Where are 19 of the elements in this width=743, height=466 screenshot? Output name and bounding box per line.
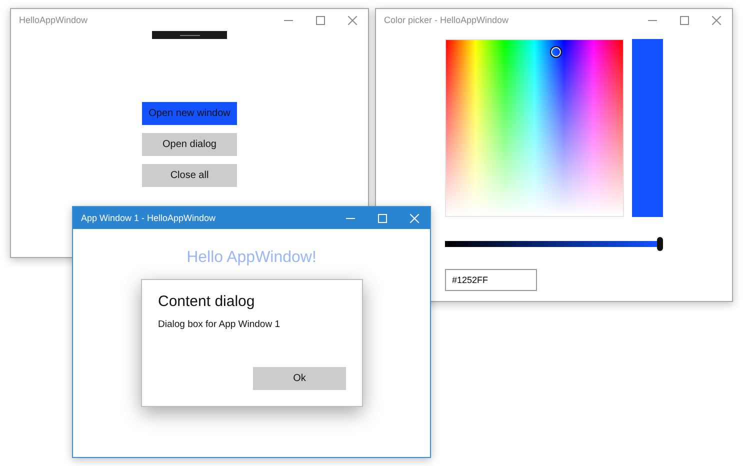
slider-thumb[interactable] — [657, 237, 663, 251]
maximize-icon[interactable] — [680, 16, 688, 24]
window-title: HelloAppWindow — [18, 15, 89, 25]
dialog-text: Dialog box for App Window 1 — [158, 319, 281, 330]
dialog-title: Content dialog — [158, 293, 256, 310]
ok-button[interactable]: Ok — [253, 367, 346, 390]
window-title: Color picker - HelloAppWindow — [383, 15, 510, 25]
window-title: App Window 1 - HelloAppWindow — [80, 213, 217, 223]
brightness-slider[interactable] — [445, 237, 663, 251]
close-icon[interactable] — [712, 16, 720, 24]
close-icon[interactable] — [348, 16, 356, 24]
drag-handle[interactable] — [152, 31, 227, 39]
action-button[interactable]: Close all — [142, 164, 237, 187]
color-spectrum[interactable] — [445, 39, 624, 217]
hex-input-field[interactable]: #1252FF — [445, 269, 537, 291]
color-selector[interactable] — [550, 46, 562, 58]
action-button[interactable]: Open dialog — [142, 133, 237, 156]
maximize-icon[interactable] — [316, 16, 324, 24]
greeting-heading: Hello AppWindow! — [186, 249, 316, 267]
